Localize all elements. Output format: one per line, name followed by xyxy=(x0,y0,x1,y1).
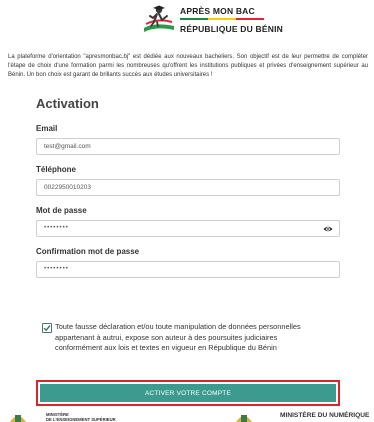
submit-highlight: ACTIVER VOTRE COMPTE xyxy=(36,380,340,406)
footer: MINISTÈRE DE L'ENSEIGNEMENT SUPÉRIEUR MI… xyxy=(0,412,374,422)
benin-coat-of-arms-icon xyxy=(234,412,254,422)
graduate-figure-icon xyxy=(144,5,174,32)
intro-text: La plateforme d'orientation "apresmonbac… xyxy=(8,54,368,79)
password-confirm-label: Confirmation mot de passe xyxy=(36,247,140,256)
flag-yellow xyxy=(208,18,236,20)
consent-text: Toute fausse déclaration et/ou toute man… xyxy=(55,322,301,352)
flag-green xyxy=(180,18,208,20)
password-confirm-field[interactable]: •••••••• xyxy=(36,261,340,278)
phone-label: Téléphone xyxy=(36,165,77,174)
right-ministry-line: MINISTÈRE DU NUMÉRIQUE xyxy=(280,412,370,419)
email-field[interactable]: test@gmail.com xyxy=(36,138,340,155)
password-value: •••••••• xyxy=(44,225,69,231)
activate-account-button[interactable]: ACTIVER VOTRE COMPTE xyxy=(40,384,336,402)
flag-red xyxy=(236,18,264,20)
brand-name: APRÈS MON BAC xyxy=(180,6,255,16)
form-title: Activation xyxy=(36,96,99,111)
left-ministry-line: DE L'ENSEIGNEMENT SUPÉRIEUR xyxy=(46,417,116,422)
activation-form: Activation Email test@gmail.com Téléphon… xyxy=(36,96,340,278)
password-field[interactable]: •••••••• xyxy=(36,220,340,237)
email-label: Email xyxy=(36,124,58,133)
checkmark-icon xyxy=(43,325,51,332)
right-ministry-name: MINISTÈRE DU NUMÉRIQUE xyxy=(280,412,369,420)
header: APRÈS MON BAC RÉPUBLIQUE DU BÉNIN xyxy=(0,0,374,44)
consent-checkbox[interactable] xyxy=(42,323,52,333)
password-label: Mot de passe xyxy=(36,206,87,215)
phone-field[interactable]: 0022950010203 xyxy=(36,179,340,196)
flag-stripe xyxy=(180,18,264,20)
benin-coat-of-arms-icon xyxy=(8,412,28,422)
country-name: RÉPUBLIQUE DU BÉNIN xyxy=(180,24,283,34)
left-ministry-name: MINISTÈRE DE L'ENSEIGNEMENT SUPÉRIEUR xyxy=(46,412,116,422)
eye-icon[interactable] xyxy=(323,224,333,234)
